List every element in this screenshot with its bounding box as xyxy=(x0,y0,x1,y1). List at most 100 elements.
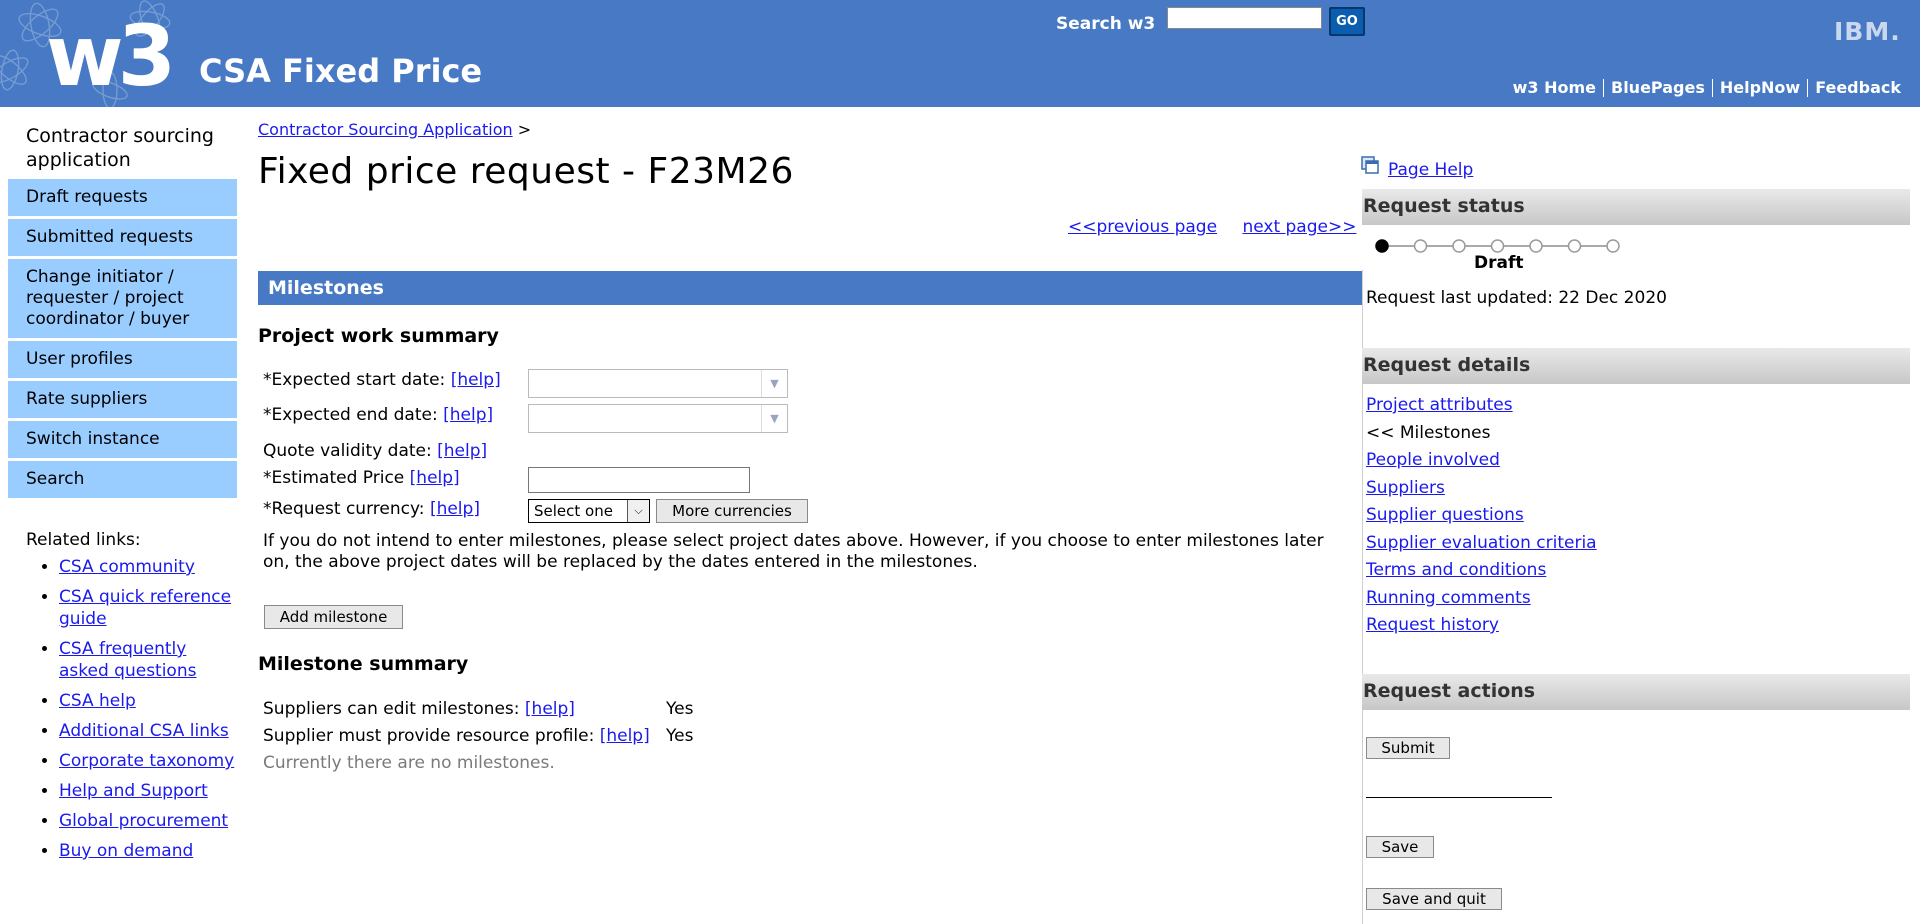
quote-validity-help-link[interactable]: [help] xyxy=(437,441,487,461)
list-item: CSA frequently asked questions xyxy=(59,638,236,682)
status-step-marker xyxy=(1375,239,1389,253)
list-item: Supplier evaluation criteria xyxy=(1366,530,1597,558)
quote-validity-label: Quote validity date: [help] xyxy=(263,441,487,461)
top-nav-bluepages[interactable]: BluePages xyxy=(1603,79,1712,97)
nav-item-user-profiles[interactable]: User profiles xyxy=(8,341,237,378)
related-link-csa-help[interactable]: CSA help xyxy=(59,691,136,711)
breadcrumb-link[interactable]: Contractor Sourcing Application xyxy=(258,120,513,139)
add-milestone-button[interactable]: Add milestone xyxy=(264,605,403,629)
end-date-field[interactable]: ▼ xyxy=(528,404,788,433)
save-and-quit-button[interactable]: Save and quit xyxy=(1366,888,1502,910)
resource-profile-label: Supplier must provide resource profile: … xyxy=(263,726,650,746)
currency-help-link[interactable]: [help] xyxy=(430,499,480,519)
end-date-label-text: *Expected end date: xyxy=(263,405,438,425)
resource-profile-value: Yes xyxy=(666,726,694,746)
top-nav-helpnow[interactable]: HelpNow xyxy=(1711,79,1807,97)
resource-profile-help-link[interactable]: [help] xyxy=(600,726,650,746)
pager: <<previous page next page>> xyxy=(1068,217,1356,237)
currency-select-value: Select one xyxy=(534,502,613,520)
estimated-price-help-link[interactable]: [help] xyxy=(410,468,460,488)
details-link-suppliers[interactable]: Suppliers xyxy=(1366,478,1445,498)
suppliers-edit-help-link[interactable]: [help] xyxy=(525,699,575,719)
details-link-project-attributes[interactable]: Project attributes xyxy=(1366,395,1513,415)
chevron-down-icon[interactable]: ⌵ xyxy=(627,500,649,522)
related-link-additional[interactable]: Additional CSA links xyxy=(59,721,229,741)
top-nav-feedback[interactable]: Feedback xyxy=(1807,79,1908,97)
related-link-csa-community[interactable]: CSA community xyxy=(59,557,195,577)
save-button[interactable]: Save xyxy=(1366,836,1434,858)
ibm-logo: IBM. xyxy=(1834,17,1901,46)
list-item: Suppliers xyxy=(1366,475,1597,503)
related-links-list: CSA community CSA quick reference guide … xyxy=(26,556,236,870)
details-link-request-history[interactable]: Request history xyxy=(1366,615,1499,635)
list-item: Help and Support xyxy=(59,780,236,802)
currency-select[interactable]: Select one ⌵ xyxy=(528,499,650,523)
masthead: w3 CSA Fixed Price Search w3 GO IBM. w3 … xyxy=(0,0,1920,107)
nav-item-change-initiator[interactable]: Change initiator / requester / project c… xyxy=(8,259,237,338)
resource-profile-label-text: Supplier must provide resource profile: xyxy=(263,726,595,746)
list-item: Additional CSA links xyxy=(59,720,236,742)
related-link-global-procurement[interactable]: Global procurement xyxy=(59,811,228,831)
start-date-field[interactable]: ▼ xyxy=(528,369,788,398)
section-bar-milestones: Milestones xyxy=(258,271,1362,305)
end-date-label: *Expected end date: [help] xyxy=(263,405,493,425)
page-help-link[interactable]: Page Help xyxy=(1388,160,1473,180)
list-item: Running comments xyxy=(1366,585,1597,613)
nav-item-rate-suppliers[interactable]: Rate suppliers xyxy=(8,381,237,418)
nav-item-submitted-requests[interactable]: Submitted requests xyxy=(8,219,237,256)
request-actions-heading: Request actions xyxy=(1362,674,1910,710)
details-link-supplier-questions[interactable]: Supplier questions xyxy=(1366,505,1524,525)
details-link-people-involved[interactable]: People involved xyxy=(1366,450,1500,470)
estimated-price-input[interactable] xyxy=(528,467,750,493)
related-link-buy-on-demand[interactable]: Buy on demand xyxy=(59,841,193,861)
search-input[interactable] xyxy=(1167,7,1322,29)
list-item: Buy on demand xyxy=(59,840,236,862)
related-link-quick-reference[interactable]: CSA quick reference guide xyxy=(59,587,231,629)
related-link-help-support[interactable]: Help and Support xyxy=(59,781,208,801)
related-link-taxonomy[interactable]: Corporate taxonomy xyxy=(59,751,234,771)
quote-validity-label-text: Quote validity date: xyxy=(263,441,432,461)
list-item: People involved xyxy=(1366,447,1597,475)
suppliers-edit-label: Suppliers can edit milestones: [help] xyxy=(263,699,575,719)
start-date-label-text: *Expected start date: xyxy=(263,370,446,390)
status-step-marker xyxy=(1529,239,1543,253)
list-item: Corporate taxonomy xyxy=(59,750,236,772)
help-window-icon[interactable] xyxy=(1361,156,1379,174)
milestone-summary-heading: Milestone summary xyxy=(258,653,469,675)
next-page-link[interactable]: next page>> xyxy=(1242,217,1356,237)
list-item: Global procurement xyxy=(59,810,236,832)
breadcrumb-separator: > xyxy=(517,120,532,139)
start-date-help-link[interactable]: [help] xyxy=(451,370,501,390)
status-step-marker xyxy=(1490,239,1505,253)
list-item: CSA community xyxy=(59,556,236,578)
chevron-down-icon[interactable]: ▼ xyxy=(761,405,787,432)
list-item: Project attributes xyxy=(1366,392,1597,420)
list-item: Request history xyxy=(1366,612,1597,640)
end-date-help-link[interactable]: [help] xyxy=(443,405,493,425)
nav-item-switch-instance[interactable]: Switch instance xyxy=(8,421,237,458)
previous-page-link[interactable]: <<previous page xyxy=(1068,217,1217,237)
list-item: Terms and conditions xyxy=(1366,557,1597,585)
w3-logo[interactable]: w3 xyxy=(46,14,176,98)
list-item: CSA help xyxy=(59,690,236,712)
request-details-list: Project attributes << Milestones People … xyxy=(1366,392,1597,640)
related-link-faq[interactable]: CSA frequently asked questions xyxy=(59,639,196,681)
list-item: Supplier questions xyxy=(1366,502,1597,530)
top-nav-w3-home[interactable]: w3 Home xyxy=(1506,79,1603,97)
submit-button[interactable]: Submit xyxy=(1366,737,1450,759)
details-link-running-comments[interactable]: Running comments xyxy=(1366,588,1531,608)
details-link-terms[interactable]: Terms and conditions xyxy=(1366,560,1546,580)
more-currencies-button[interactable]: More currencies xyxy=(656,499,808,523)
go-button[interactable]: GO xyxy=(1329,7,1365,36)
actions-divider xyxy=(1366,797,1552,798)
chevron-down-icon[interactable]: ▼ xyxy=(761,370,787,397)
left-nav-title: Contractor sourcing application xyxy=(26,125,214,171)
nav-item-search[interactable]: Search xyxy=(8,461,237,498)
details-current-milestones: << Milestones xyxy=(1366,422,1491,443)
nav-item-draft-requests[interactable]: Draft requests xyxy=(8,179,237,216)
status-step-marker xyxy=(1567,239,1582,253)
details-link-evaluation-criteria[interactable]: Supplier evaluation criteria xyxy=(1366,533,1597,553)
estimated-price-label: *Estimated Price [help] xyxy=(263,468,460,488)
milestone-info-text: If you do not intend to enter milestones… xyxy=(263,531,1324,572)
estimated-price-label-text: *Estimated Price xyxy=(263,468,405,488)
